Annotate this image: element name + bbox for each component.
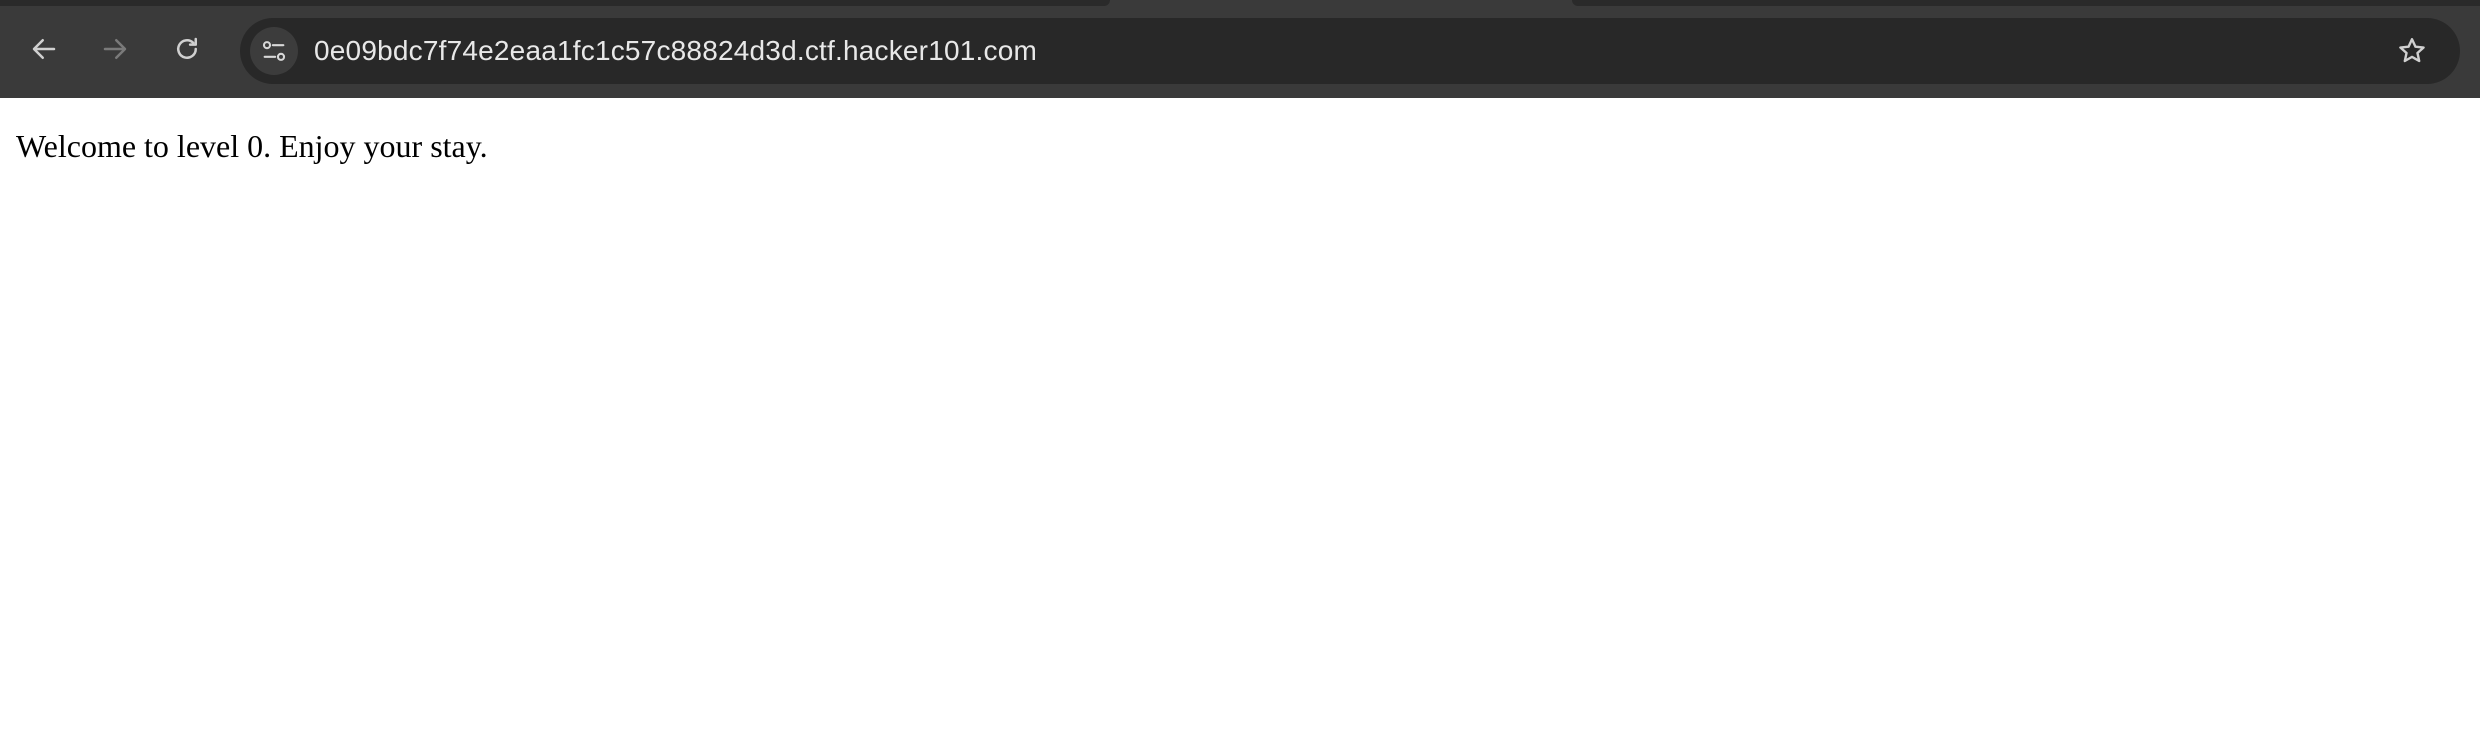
reload-icon bbox=[177, 37, 197, 59]
forward-button[interactable] bbox=[93, 27, 137, 71]
tab-edge-right[interactable] bbox=[1572, 0, 2480, 6]
browser-toolbar: 0e09bdc7f74e2eaa1fc1c57c88824d3d.ctf.hac… bbox=[0, 0, 2480, 98]
arrow-left-icon bbox=[32, 39, 56, 59]
url-text[interactable]: 0e09bdc7f74e2eaa1fc1c57c88824d3d.ctf.hac… bbox=[314, 18, 1037, 84]
tab-strip bbox=[0, 0, 2480, 18]
arrow-right-icon bbox=[103, 39, 127, 59]
page-content: Welcome to level 0. Enjoy your stay. bbox=[0, 98, 2480, 752]
bookmark-button[interactable] bbox=[2392, 31, 2432, 71]
star-outline-icon bbox=[2399, 38, 2425, 63]
site-info-button[interactable] bbox=[250, 27, 298, 75]
welcome-text: Welcome to level 0. Enjoy your stay. bbox=[16, 128, 488, 164]
tune-icon bbox=[262, 41, 286, 61]
back-button[interactable] bbox=[22, 27, 66, 71]
address-bar[interactable]: 0e09bdc7f74e2eaa1fc1c57c88824d3d.ctf.hac… bbox=[240, 18, 2460, 84]
browser-window: 0e09bdc7f74e2eaa1fc1c57c88824d3d.ctf.hac… bbox=[0, 0, 2480, 752]
tab-edge-left[interactable] bbox=[0, 0, 1110, 6]
reload-button[interactable] bbox=[165, 27, 209, 71]
